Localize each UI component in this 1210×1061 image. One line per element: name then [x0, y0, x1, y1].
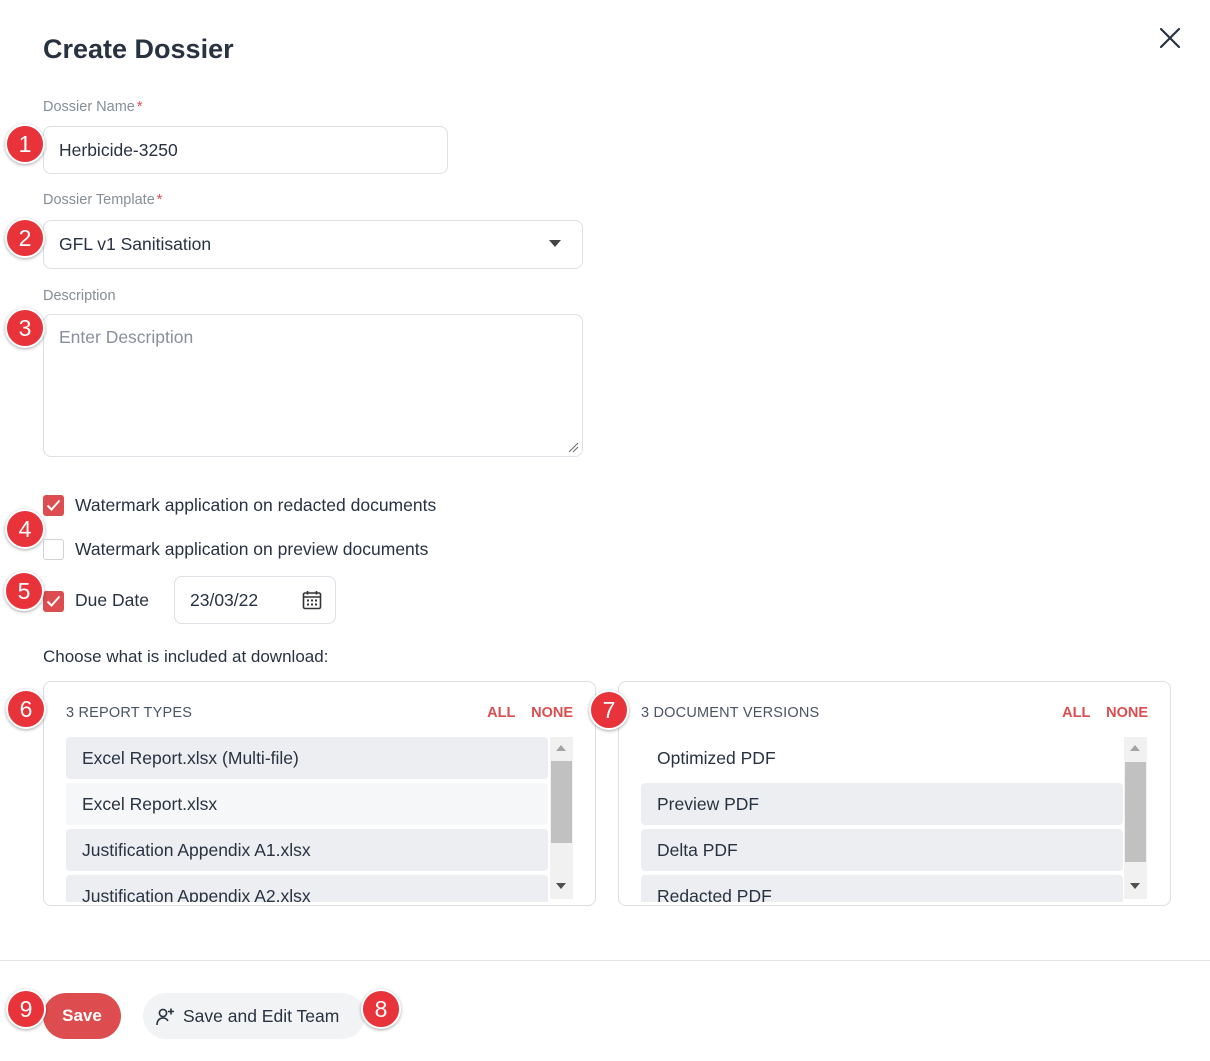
save-button[interactable]: Save — [43, 993, 121, 1039]
list-item[interactable]: Excel Report.xlsx (Multi-file) — [66, 737, 548, 779]
list-item[interactable]: Delta PDF — [641, 829, 1123, 871]
annotation-badge-8: 8 — [361, 989, 401, 1029]
watermark-redacted-checkbox[interactable] — [43, 495, 64, 516]
required-mark: * — [156, 192, 163, 208]
report-types-scrollbar[interactable] — [550, 737, 573, 899]
document-versions-scrollbar[interactable] — [1124, 737, 1147, 899]
scrollbar-thumb[interactable] — [1125, 762, 1146, 862]
annotation-badge-9: 9 — [6, 989, 46, 1029]
annotation-badge-4: 4 — [5, 509, 45, 549]
description-textarea[interactable]: Enter Description — [43, 314, 583, 457]
report-types-list: Excel Report.xlsx (Multi-file) Excel Rep… — [66, 737, 548, 902]
required-mark: * — [136, 99, 143, 115]
scrollbar-thumb[interactable] — [551, 761, 572, 843]
checkmark-icon — [46, 595, 61, 607]
dossier-name-value: Herbicide-3250 — [59, 139, 178, 160]
report-types-none-link[interactable]: NONE — [531, 705, 573, 721]
due-date-checkbox[interactable] — [43, 591, 64, 612]
annotation-badge-5: 5 — [4, 571, 44, 611]
annotation-badge-2: 2 — [5, 218, 45, 258]
dossier-template-select[interactable]: GFL v1 Sanitisation — [43, 220, 583, 269]
document-versions-panel: 3 DOCUMENT VERSIONS ALL NONE Optimized P… — [618, 681, 1171, 906]
list-item[interactable]: Justification Appendix A1.xlsx — [66, 829, 548, 871]
document-versions-all-link[interactable]: ALL — [1062, 705, 1090, 721]
report-types-all-link[interactable]: ALL — [487, 705, 515, 721]
dossier-name-label: Dossier Name * — [43, 99, 143, 115]
list-item[interactable]: Excel Report.xlsx — [66, 783, 548, 825]
due-date-input[interactable]: 23/03/22 — [174, 576, 336, 624]
watermark-preview-label: Watermark application on preview documen… — [75, 539, 429, 559]
dossier-name-input[interactable]: Herbicide-3250 — [43, 126, 448, 174]
document-versions-list: Optimized PDF Preview PDF Delta PDF Reda… — [641, 737, 1123, 902]
save-and-edit-team-button[interactable]: Save and Edit Team — [143, 993, 365, 1039]
report-types-panel: 3 REPORT TYPES ALL NONE Excel Report.xls… — [43, 681, 596, 906]
dialog-title: Create Dossier — [43, 34, 234, 64]
footer-divider — [0, 960, 1210, 961]
watermark-preview-checkbox[interactable] — [43, 539, 64, 560]
document-versions-none-link[interactable]: NONE — [1106, 705, 1148, 721]
close-icon[interactable] — [1156, 24, 1184, 52]
description-placeholder: Enter Description — [59, 327, 194, 347]
annotation-badge-1: 1 — [5, 124, 45, 164]
calendar-icon[interactable] — [302, 590, 322, 610]
document-versions-heading: 3 DOCUMENT VERSIONS — [641, 705, 820, 721]
dossier-template-label: Dossier Template * — [43, 192, 163, 208]
download-section-title: Choose what is included at download: — [43, 647, 329, 666]
chevron-down-icon — [549, 240, 561, 247]
checkmark-icon — [46, 499, 61, 511]
dossier-template-value: GFL v1 Sanitisation — [59, 234, 212, 254]
description-label: Description — [43, 288, 116, 304]
save-and-edit-team-label: Save and Edit Team — [183, 1005, 340, 1026]
scroll-up-icon[interactable] — [556, 745, 566, 751]
scroll-up-icon[interactable] — [1130, 745, 1140, 751]
scroll-down-icon[interactable] — [1130, 883, 1140, 889]
watermark-redacted-label: Watermark application on redacted docume… — [75, 495, 437, 515]
due-date-value: 23/03/22 — [190, 589, 259, 610]
list-item[interactable]: Justification Appendix A2.xlsx — [66, 875, 548, 902]
annotation-badge-6: 6 — [6, 689, 46, 729]
resize-grip-icon[interactable] — [567, 441, 579, 453]
annotation-badge-3: 3 — [5, 308, 45, 348]
scroll-down-icon[interactable] — [556, 883, 566, 889]
due-date-label: Due Date — [75, 590, 149, 610]
report-types-heading: 3 REPORT TYPES — [66, 705, 193, 721]
add-user-icon — [156, 1008, 174, 1026]
list-item[interactable]: Preview PDF — [641, 783, 1123, 825]
annotation-badge-7: 7 — [589, 690, 629, 730]
list-item[interactable]: Redacted PDF — [641, 875, 1123, 902]
list-item[interactable]: Optimized PDF — [641, 737, 1123, 779]
